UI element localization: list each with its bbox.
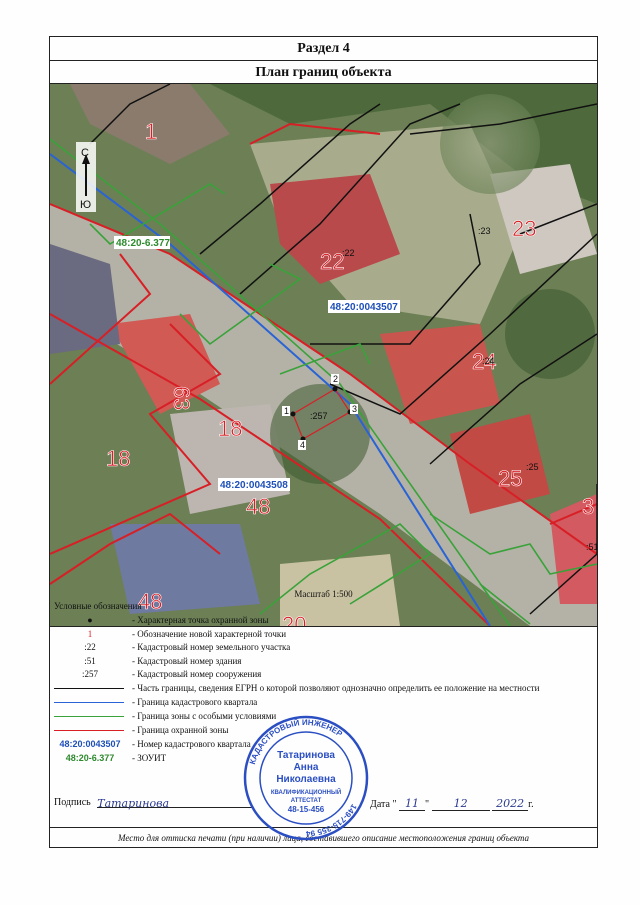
house-18b: 18 <box>106 446 130 471</box>
parcel-257: :257 <box>310 411 328 421</box>
date-day: 11 <box>399 797 426 811</box>
signature-line: Татаринова <box>97 797 253 810</box>
date-year: 2022 <box>492 797 529 811</box>
quarter-label-2: 48:20:0043508 <box>220 480 288 491</box>
legend-symbol-parcel: :22 <box>84 642 96 652</box>
quarter-label-1: 48:20:0043507 <box>330 302 398 313</box>
house-48a: 48 <box>246 494 270 519</box>
parcel-23: :23 <box>478 226 491 236</box>
stamp-name-3: Николаевна <box>276 774 336 785</box>
legend-item-point: ● - Характерная точка охранной зоны <box>50 614 597 627</box>
legend-item-structure: :257 - Кадастровый номер сооружения <box>50 668 597 681</box>
parcel-51: :51 <box>586 542 597 552</box>
stamp-name-2: Анна <box>294 762 319 773</box>
scale-text: Масштаб 1:500 <box>294 589 353 599</box>
legend-item-parcel: :22 - Кадастровый номер земельного участ… <box>50 641 597 654</box>
date-suffix: г. <box>528 799 534 810</box>
date-month: 12 <box>431 797 490 811</box>
legend-text: - Кадастровый номер сооружения <box>132 669 262 679</box>
legend-symbol-building: :51 <box>84 656 96 666</box>
stamp-cert-2: АТТЕСТАТ <box>291 798 322 804</box>
legend-text: - Граница кадастрового квартала <box>132 697 258 707</box>
house-63: 63 <box>169 386 194 410</box>
legend-text: - Кадастровый номер здания <box>132 656 242 666</box>
legend-line-black <box>54 688 124 689</box>
document-frame: Раздел 4 План границ объекта 1 2 3 4 22 … <box>49 36 598 848</box>
legend-line-green <box>54 716 124 717</box>
legend-text: - Номер кадастрового квартала <box>132 739 251 749</box>
point-3: 3 <box>352 404 357 414</box>
legend-symbol-structure: :257 <box>81 669 98 679</box>
section-title: Раздел 4 <box>50 37 597 61</box>
signature-label: Подпись <box>54 797 91 808</box>
signature-handwritten: Татаринова <box>97 797 170 810</box>
point-1: 1 <box>284 406 289 416</box>
seal-stamp-icon: КАДАСТРОВЫЙ ИНЖЕНЕР 149-715-355 94 Татар… <box>243 715 369 841</box>
legend-text: - Часть границы, сведения ЕГРН о которой… <box>132 683 540 693</box>
legend-line-red <box>54 730 124 731</box>
legend-item-new-point: 1 - Обозначение новой характерной точки <box>50 628 597 641</box>
parcel-22: :22 <box>342 248 355 258</box>
compass-north: С <box>81 147 89 159</box>
zone-label-map: 48:20-6.377 <box>116 238 170 249</box>
house-22: 22 <box>320 249 344 274</box>
legend-line-blue <box>54 702 124 703</box>
legend-text: - Граница охранной зоны <box>132 725 229 735</box>
legend-item-blue-border: - Граница кадастрового квартала <box>50 696 597 709</box>
parcel-25: :25 <box>526 462 539 472</box>
legend-text: - Характерная точка охранной зоны <box>132 615 269 625</box>
date-block: Дата " 11 " 12 2022 г. <box>370 797 534 811</box>
compass: С Ю <box>76 142 96 212</box>
house-3: 3 <box>582 494 594 519</box>
parcel-24: :24 <box>482 356 495 366</box>
house-25: 25 <box>498 466 522 491</box>
legend-title: Условные обозначения <box>54 601 142 611</box>
house-1: 1 <box>145 119 157 144</box>
legend-item-black-border: - Часть границы, сведения ЕГРН о которой… <box>50 682 597 695</box>
legend-symbol-quarter: 48:20:0043507 <box>59 739 121 749</box>
date-label: Дата <box>370 799 390 810</box>
point-4: 4 <box>300 440 305 450</box>
legend-text: - Кадастровый номер земельного участка <box>132 642 291 652</box>
map-svg: 1 2 3 4 22 23 24 25 18 18 48 48 63 20 1 … <box>50 84 597 626</box>
point-2: 2 <box>333 374 338 384</box>
legend-symbol-zone: 48:20-6.377 <box>65 753 115 763</box>
legend-text: - Обозначение новой характерной точки <box>132 629 287 639</box>
house-18a: 18 <box>218 416 242 441</box>
aerial-map: 1 2 3 4 22 23 24 25 18 18 48 48 63 20 1 … <box>50 84 597 627</box>
stamp-cert-1: КВАЛИФИКАЦИОННЫЙ <box>271 788 341 796</box>
plan-title: План границ объекта <box>50 61 597 84</box>
stamp-cert-no: 48-15-456 <box>288 805 325 814</box>
house-23: 23 <box>512 216 536 241</box>
signature-block: Подпись Татаринова <box>54 797 253 810</box>
legend-symbol-dot: ● <box>87 615 93 625</box>
legend-text: - ЗОУИТ <box>132 753 167 763</box>
legend-symbol-number: 1 <box>87 629 93 639</box>
compass-south: Ю <box>80 199 91 211</box>
stamp-name-1: Татаринова <box>277 750 335 761</box>
legend-item-building: :51 - Кадастровый номер здания <box>50 655 597 668</box>
